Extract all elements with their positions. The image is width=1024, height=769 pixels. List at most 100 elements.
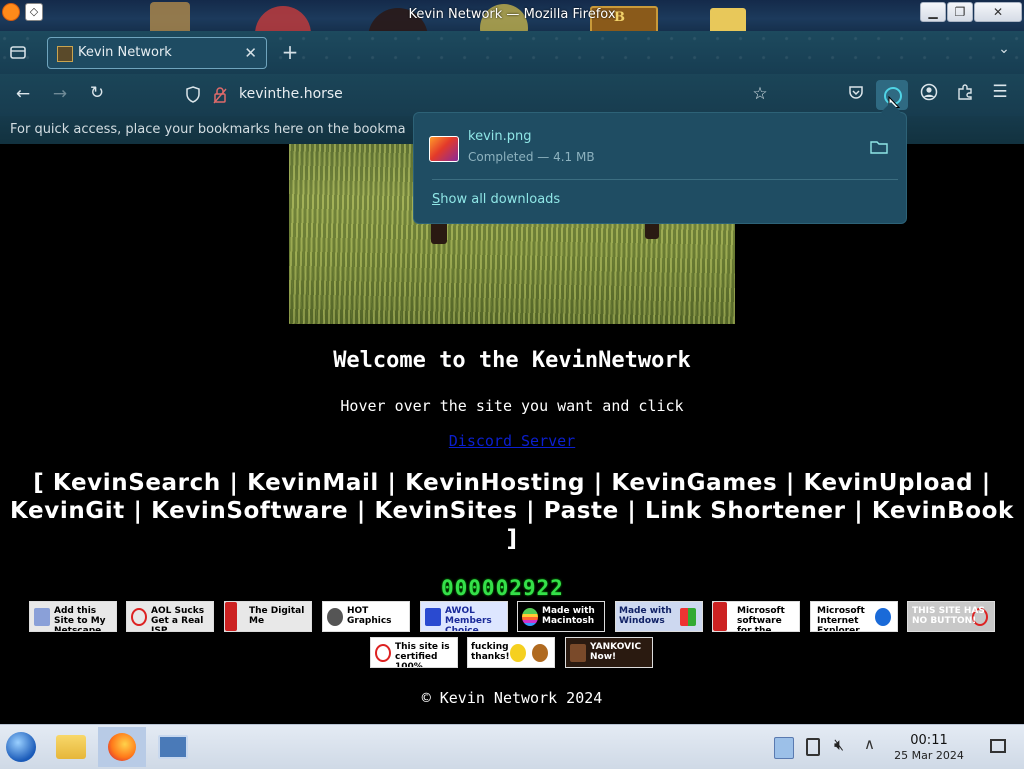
discord-link-row: Discord Server	[0, 432, 1024, 450]
link-paste[interactable]: Paste	[544, 498, 619, 524]
badge-awol[interactable]: AWOL Members Choice	[420, 601, 508, 632]
firefox-taskbar-button[interactable]	[98, 727, 146, 767]
download-file-name[interactable]: kevin.png	[468, 129, 531, 144]
built-with-icon	[713, 602, 727, 631]
badge-text: The Digital Me	[249, 606, 305, 626]
panel-divider	[432, 179, 898, 180]
badge-text: This site is certified 100% cookie free!	[395, 642, 450, 668]
extensions-icon[interactable]	[954, 83, 976, 106]
app-menu-icon[interactable]: ☰	[989, 82, 1011, 102]
netscape-icon	[34, 608, 50, 626]
show-in-folder-icon[interactable]	[870, 139, 888, 154]
windows-start-icon	[6, 732, 36, 762]
weird-al-photo-icon	[570, 644, 586, 662]
volume-muted-tray-icon[interactable]: 🔇︎	[834, 735, 844, 755]
pocket-icon[interactable]	[845, 84, 867, 105]
tracking-protection-shield-icon[interactable]	[185, 86, 201, 108]
link-kevinsites[interactable]: KevinSites	[374, 498, 517, 524]
badge-text: AWOL Members Choice	[445, 606, 492, 632]
link-kevinbook[interactable]: KevinBook	[872, 498, 1014, 524]
badge-text: YANKOVIC Now!	[590, 642, 642, 662]
list-all-tabs-icon[interactable]: ⌄	[994, 41, 1014, 57]
discord-server-link[interactable]: Discord Server	[449, 432, 575, 450]
awol-icon	[425, 608, 441, 626]
badge-thanks[interactable]: fucking thanks!	[467, 637, 555, 668]
clipboard-tray-icon[interactable]	[774, 737, 794, 759]
close-window-button[interactable]: ✕	[974, 2, 1022, 22]
back-icon[interactable]: ←	[12, 84, 34, 104]
window-titlebar: B ◇ Kevin Network — Mozilla Firefox ▁ ❐ …	[0, 0, 1024, 31]
account-icon[interactable]	[918, 83, 940, 106]
tab-kevin-network[interactable]: Kevin Network ✕	[47, 37, 267, 69]
link-kevinsearch[interactable]: KevinSearch	[53, 470, 221, 496]
navigation-toolbar: ← → ↻ kevinthe.horse ☆ ☰	[0, 74, 1024, 116]
firefox-view-icon[interactable]	[8, 43, 28, 63]
clock-date[interactable]: 25 Mar 2024	[892, 749, 966, 762]
badge-netscape[interactable]: Add this Site to My Netscape	[29, 601, 117, 632]
maximize-button[interactable]: ❐	[947, 2, 973, 22]
battery-tray-icon[interactable]	[806, 738, 820, 756]
bookmark-star-icon[interactable]: ☆	[749, 84, 771, 104]
tab-strip: Kevin Network ✕ + ⌄	[0, 31, 1024, 74]
link-kevinmail[interactable]: KevinMail	[247, 470, 379, 496]
badge-text: AOL Sucks Get a Real ISP	[151, 606, 205, 632]
link-kevinsoftware[interactable]: KevinSoftware	[151, 498, 348, 524]
system-settings-button[interactable]	[152, 727, 196, 767]
page-content: Welcome to the KevinNetwork Hover over t…	[0, 144, 1024, 724]
show-all-downloads-button[interactable]: Show all downloads	[432, 192, 560, 207]
badge-digital-me[interactable]: The Digital Me	[224, 601, 312, 632]
minimize-button[interactable]: ▁	[920, 2, 946, 22]
link-kevinupload[interactable]: KevinUpload	[803, 470, 973, 496]
forward-icon[interactable]: →	[49, 84, 71, 104]
bookmarks-hint: For quick access, place your bookmarks h…	[10, 122, 406, 137]
site-favicon	[57, 46, 73, 62]
url-text[interactable]: kevinthe.horse	[239, 86, 343, 102]
copyright-footer: © Kevin Network 2024	[421, 689, 603, 707]
badge-text: THIS SITE HAS NO BUTTON!	[912, 606, 985, 626]
reload-icon[interactable]: ↻	[86, 83, 108, 103]
site-info-lock-icon[interactable]	[213, 86, 227, 108]
badge-microsoft-software[interactable]: Microsoft software for the Internet	[712, 601, 800, 632]
window-title: Kevin Network — Mozilla Firefox	[408, 7, 616, 22]
smiley-icon	[510, 644, 526, 662]
badge-text: fucking thanks!	[471, 642, 510, 662]
tab-title: Kevin Network	[78, 45, 172, 60]
badge-hot-graphics[interactable]: HOT Graphics	[322, 601, 410, 632]
url-bar[interactable]: kevinthe.horse ☆	[175, 78, 785, 112]
badge-yankovic[interactable]: YANKOVIC Now!	[565, 637, 653, 668]
link-kevinhosting[interactable]: KevinHosting	[405, 470, 585, 496]
badge-windows[interactable]: Made with Windows	[615, 601, 703, 632]
file-manager-button[interactable]	[48, 727, 92, 767]
taskbar: 🔇︎ ∧ 00:11 25 Mar 2024	[0, 724, 1024, 769]
no-aol-icon	[131, 608, 147, 626]
badge-text: Microsoft software for the Internet	[737, 606, 785, 632]
folder-icon	[56, 735, 86, 759]
close-tab-icon[interactable]: ✕	[244, 44, 257, 62]
tray-expand-icon[interactable]: ∧	[864, 735, 875, 753]
start-menu-button[interactable]	[0, 727, 44, 767]
no-cookie-icon	[375, 644, 391, 662]
the-label-icon	[225, 602, 237, 631]
show-desktop-icon[interactable]	[990, 739, 1006, 753]
clock-time[interactable]: 00:11	[892, 733, 966, 748]
link-link-shortener[interactable]: Link Shortener	[645, 498, 846, 524]
badge-internet-explorer[interactable]: Microsoft Internet Explorer	[810, 601, 898, 632]
badge-no-button[interactable]: THIS SITE HAS NO BUTTON!	[907, 601, 995, 632]
badge-text: Microsoft Internet Explorer	[817, 606, 865, 632]
bracket-close: ]	[506, 526, 518, 552]
show-all-label: how all downloads	[440, 192, 561, 207]
monkey-icon	[532, 644, 548, 662]
firefox-icon	[108, 733, 136, 761]
badge-cookie-free[interactable]: This site is certified 100% cookie free!	[370, 637, 458, 668]
link-kevingit[interactable]: KevinGit	[10, 498, 125, 524]
badge-aol-sucks[interactable]: AOL Sucks Get a Real ISP	[126, 601, 214, 632]
welcome-heading: Welcome to the KevinNetwork	[333, 348, 691, 373]
link-kevingames[interactable]: KevinGames	[611, 470, 777, 496]
new-tab-icon[interactable]: +	[280, 40, 300, 64]
visitor-counter: 000002922	[441, 576, 564, 600]
download-status: Completed — 4.1 MB	[468, 150, 595, 164]
graphics-icon	[327, 608, 343, 626]
badge-macintosh[interactable]: Made with Macintosh	[517, 601, 605, 632]
apple-icon	[522, 608, 538, 626]
control-panel-icon	[158, 735, 188, 759]
